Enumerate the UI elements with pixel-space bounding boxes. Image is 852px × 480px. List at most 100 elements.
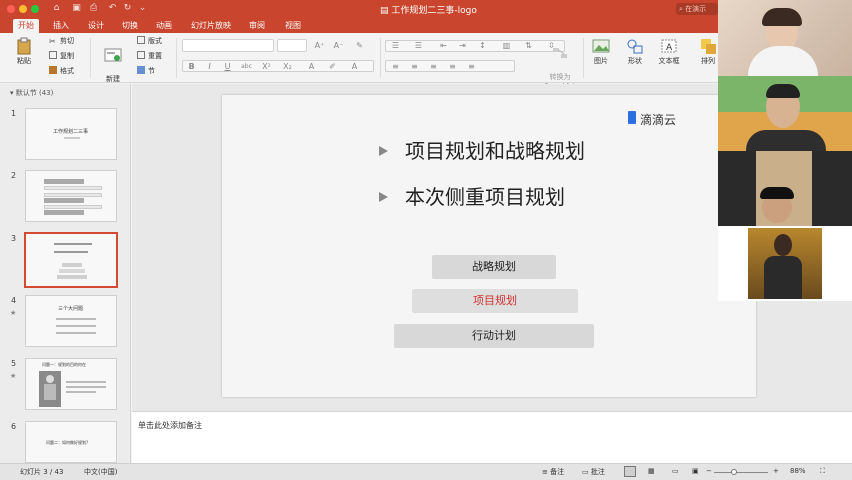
undo-icon[interactable]: ↶ [107, 3, 118, 14]
text-effect-icon[interactable]: A [305, 61, 318, 73]
justify-icon[interactable]: ≡ [446, 61, 459, 73]
superscript-icon[interactable]: X² [260, 61, 273, 73]
textbox-button[interactable]: A 文本框 [655, 37, 683, 66]
increase-font-icon[interactable]: A⁺ [313, 40, 326, 52]
font-name-dropdown[interactable] [182, 39, 274, 52]
numbering-icon[interactable]: ☰ [412, 40, 425, 52]
thumb-photo [39, 371, 61, 407]
paste-button[interactable]: 粘贴 [10, 37, 38, 66]
redo-icon[interactable]: ↻ [122, 3, 133, 14]
triangle-bullet-icon [379, 192, 388, 202]
distributed-icon[interactable]: ≡ [465, 61, 478, 73]
search-input[interactable]: ⌕ 在演示 [676, 3, 718, 15]
italic-icon[interactable]: I [203, 61, 216, 73]
brush-icon [49, 66, 57, 74]
section-icon [137, 66, 145, 74]
language-indicator[interactable]: 中文(中国) [84, 467, 117, 477]
thumb-title: 问题一：规划的目的何在 [42, 362, 86, 367]
reading-view-button[interactable]: ▭ [672, 467, 679, 475]
copy-button[interactable]: 复制 [49, 51, 74, 61]
underline-icon[interactable]: U [221, 61, 234, 73]
bullets-icon[interactable]: ☰ [389, 40, 402, 52]
slideshow-view-button[interactable]: ▣ [692, 467, 699, 475]
clear-format-icon[interactable]: ✎ [353, 40, 366, 52]
tab-view[interactable]: 视图 [280, 19, 306, 33]
columns-icon[interactable]: ▥ [500, 40, 513, 52]
line-spacing-icon[interactable]: ↕ [476, 40, 489, 52]
thumb-number: 4 [11, 296, 17, 305]
home-icon[interactable]: ⌂ [51, 3, 62, 14]
normal-view-button[interactable] [624, 466, 636, 477]
strikethrough-icon[interactable]: abc [240, 61, 253, 73]
svg-text:A: A [666, 43, 673, 53]
video-tile-1 [718, 0, 852, 76]
picture-button[interactable]: 图片 [588, 37, 614, 66]
comments-toggle-button[interactable]: ▭ 批注 [582, 467, 605, 477]
close-window-button[interactable] [7, 5, 15, 13]
bold-icon[interactable]: B [185, 61, 198, 73]
slide-thumbnail-3[interactable] [24, 232, 118, 288]
video-tile-3 [718, 151, 852, 226]
notes-toggle-button[interactable]: ≡ 备注 [542, 467, 564, 477]
thumb-number: 3 [11, 234, 17, 243]
current-slide[interactable]: 滴滴云 项目规划和战略规划 本次侧重项目规划 战略规划 项目规划 行动计划 [222, 95, 756, 397]
tab-review[interactable]: 审阅 [244, 19, 270, 33]
minimize-window-button[interactable] [19, 5, 27, 13]
slide-thumbnail-2[interactable] [25, 170, 117, 222]
fit-slide-button[interactable]: ⛶ [820, 467, 825, 476]
align-right-icon[interactable]: ≡ [427, 61, 440, 73]
tab-home[interactable]: 开始 [13, 19, 39, 33]
zoom-window-button[interactable] [31, 5, 39, 13]
didi-cloud-logo-icon [628, 111, 636, 124]
increase-indent-icon[interactable]: ⇥ [456, 40, 469, 52]
participant-hair-3 [760, 187, 794, 199]
slide-thumbnail-5[interactable]: 问题一：规划的目的何在 [25, 358, 117, 410]
print-icon[interactable]: ⎙ [88, 3, 99, 14]
tab-insert[interactable]: 插入 [48, 19, 74, 33]
notes-icon: ≡ [542, 468, 551, 476]
decrease-indent-icon[interactable]: ⇤ [437, 40, 450, 52]
save-icon[interactable]: ▣ [71, 3, 82, 14]
more-icon[interactable]: ⌄ [137, 3, 148, 14]
zoom-level[interactable]: 88% [790, 467, 806, 475]
notes-pane[interactable]: 单击此处添加备注 [132, 411, 852, 463]
pill-project-planning[interactable]: 项目规划 [412, 289, 578, 313]
section-button[interactable]: 节 [137, 66, 155, 76]
tab-transitions[interactable]: 切换 [117, 19, 143, 33]
cut-button[interactable]: ✂ 剪切 [49, 36, 74, 46]
new-slide-icon [104, 48, 122, 62]
pill-action-plan[interactable]: 行动计划 [394, 324, 594, 348]
format-painter-button[interactable]: 格式 [49, 66, 74, 76]
scissors-icon: ✂ [49, 37, 56, 46]
subscript-icon[interactable]: X₂ [281, 61, 294, 73]
reset-button[interactable]: 重置 [137, 51, 162, 61]
layout-button[interactable]: 版式 [137, 36, 162, 46]
decrease-font-icon[interactable]: A⁻ [332, 40, 345, 52]
font-color-icon[interactable]: A [348, 61, 361, 73]
slide-thumbnail-1[interactable]: 工作规划二三事 [25, 108, 117, 160]
tab-design[interactable]: 设计 [83, 19, 109, 33]
align-center-icon[interactable]: ≡ [408, 61, 421, 73]
zoom-in-button[interactable]: + [773, 467, 779, 475]
text-direction-icon[interactable]: ⇅ [522, 40, 535, 52]
thumb-number: 2 [11, 171, 17, 180]
slide-sorter-view-button[interactable]: ▦ [648, 467, 655, 475]
section-header[interactable]: ▾ 默认节 (43) [10, 88, 53, 98]
slide-thumbnail-6[interactable]: 问题二：如何做好规划? [25, 421, 117, 463]
shape-button[interactable]: 形状 [622, 37, 648, 66]
zoom-slider-thumb[interactable] [731, 469, 737, 475]
highlight-icon[interactable]: ✐ [326, 61, 339, 73]
zoom-slider[interactable] [714, 472, 768, 473]
font-size-dropdown[interactable] [277, 39, 307, 52]
convert-smartart-button[interactable]: 转换为 SmartArt [540, 35, 580, 91]
slide-thumbnail-4[interactable]: 三个大问题 [25, 295, 117, 347]
align-left-icon[interactable]: ≡ [389, 61, 402, 73]
pill-strategic-planning[interactable]: 战略规划 [432, 255, 556, 279]
thumb-title: 三个大问题 [58, 306, 84, 312]
star-icon: ★ [10, 372, 17, 380]
zoom-out-button[interactable]: − [706, 467, 712, 475]
document-icon: ▤ [380, 6, 392, 16]
tab-animations[interactable]: 动画 [151, 19, 177, 33]
arrange-button[interactable]: 排列 [697, 37, 719, 66]
tab-slideshow[interactable]: 幻灯片放映 [186, 19, 236, 33]
